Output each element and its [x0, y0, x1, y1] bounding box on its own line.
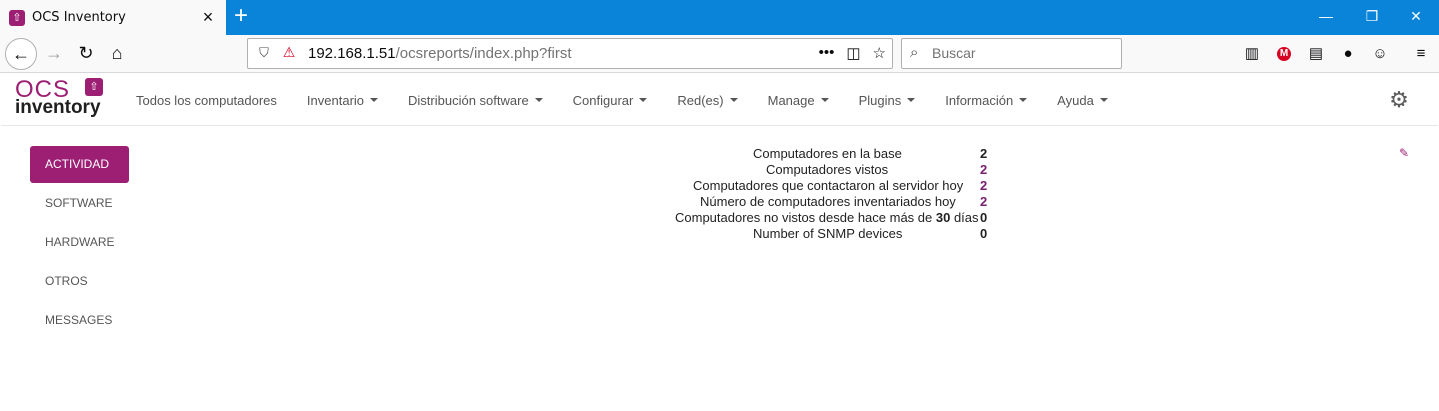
dropdown-caret-icon: [534, 98, 543, 102]
menu-informacion[interactable]: Información: [930, 93, 1042, 108]
url-host: 192.168.1.51: [308, 45, 396, 62]
menu-ayuda[interactable]: Ayuda: [1042, 93, 1123, 108]
stat-label: Número de computadores inventariados hoy: [700, 194, 956, 209]
hamburger-menu-icon[interactable]: ≡: [1411, 44, 1431, 64]
menu-todos-los-computadores[interactable]: Todos los computadores: [121, 93, 292, 108]
stat-value: 0: [980, 210, 988, 225]
stat-value-link[interactable]: 2: [980, 194, 987, 210]
gear-icon[interactable]: ⚙: [1387, 88, 1411, 112]
browser-tab[interactable]: ⇧ OCS Inventory ×: [0, 0, 226, 35]
insecure-lock-icon[interactable]: ⚠: [281, 44, 297, 62]
dropdown-caret-icon: [820, 98, 829, 102]
dropdown-caret-icon: [1019, 98, 1028, 102]
account-icon[interactable]: ☺: [1370, 44, 1390, 64]
ocs-favicon-icon: ⇧: [9, 10, 25, 26]
library-icon[interactable]: ▥: [1242, 44, 1262, 64]
mega-extension-icon[interactable]: M: [1277, 47, 1291, 61]
back-arrow-icon[interactable]: ←: [5, 38, 37, 70]
url-path: /ocsreports/index.php?first: [395, 45, 572, 62]
browser-tab-strip: ⇧ OCS Inventory × + — ❐ ✕: [0, 0, 1439, 35]
window-close-icon[interactable]: ✕: [1393, 0, 1439, 33]
sidebar-toggle-icon[interactable]: ▤: [1306, 44, 1326, 64]
sidebar-item-hardware[interactable]: HARDWARE: [30, 224, 129, 261]
sidebar-item-actividad[interactable]: ACTIVIDAD: [30, 146, 129, 183]
reload-icon[interactable]: ↻: [72, 39, 100, 67]
stat-value-link[interactable]: 2: [980, 178, 987, 194]
search-icon: ⌕: [910, 44, 919, 61]
pocket-icon[interactable]: ◫: [846, 44, 860, 62]
dropdown-caret-icon: [370, 98, 379, 102]
stat-value-link[interactable]: 2: [980, 162, 987, 178]
stat-label: Computadores que contactaron al servidor…: [693, 178, 964, 193]
app-header: OCS ⇧ inventory Todos los computadores I…: [1, 74, 1438, 126]
restore-icon[interactable]: ❐: [1349, 0, 1395, 33]
stat-label: Number of SNMP devices: [753, 226, 903, 241]
new-tab-icon[interactable]: +: [230, 4, 252, 29]
main-menu: Todos los computadores Inventario Distri…: [121, 74, 1123, 126]
bookmark-star-icon[interactable]: ☆: [873, 44, 886, 62]
dropdown-caret-icon: [1099, 98, 1108, 102]
ocs-logo[interactable]: OCS ⇧ inventory: [15, 76, 107, 122]
search-input[interactable]: [932, 45, 1112, 61]
minimize-icon[interactable]: —: [1303, 0, 1349, 33]
menu-plugins[interactable]: Plugins: [844, 93, 931, 108]
tracking-shield-icon[interactable]: ⛉: [256, 45, 272, 63]
home-icon[interactable]: ⌂: [103, 39, 131, 67]
stat-label: Computadores vistos: [766, 162, 889, 177]
dropdown-caret-icon: [729, 98, 738, 102]
sidebar-item-software[interactable]: SOFTWARE: [30, 185, 129, 222]
menu-manage[interactable]: Manage: [753, 93, 844, 108]
logo-upload-icon: ⇧: [85, 78, 103, 96]
search-bar[interactable]: ⌕: [901, 38, 1122, 69]
dropdown-caret-icon: [639, 98, 648, 102]
logo-text-bottom: inventory: [15, 97, 101, 118]
forward-arrow-icon[interactable]: →: [40, 39, 68, 67]
tab-title: OCS Inventory: [32, 10, 126, 25]
sidebar: ACTIVIDAD SOFTWARE HARDWARE OTROS MESSAG…: [30, 146, 129, 341]
dropdown-caret-icon: [907, 98, 916, 102]
menu-inventario[interactable]: Inventario: [292, 93, 393, 108]
stat-value: 0: [980, 226, 988, 241]
sidebar-item-otros[interactable]: OTROS: [30, 263, 129, 300]
menu-configurar[interactable]: Configurar: [558, 93, 663, 108]
sidebar-item-messages[interactable]: MESSAGES: [30, 302, 129, 339]
page-actions-icon[interactable]: •••: [819, 44, 835, 62]
edit-icon[interactable]: ✎: [1397, 146, 1411, 160]
menu-redes[interactable]: Red(es): [662, 93, 752, 108]
close-tab-icon[interactable]: ×: [198, 7, 218, 27]
browser-toolbar: ← → ↻ ⌂ ⛉ ⚠ 192.168.1.51/ocsreports/inde…: [0, 35, 1439, 73]
menu-distribucion-software[interactable]: Distribución software: [393, 93, 558, 108]
stat-label: Computadores no vistos desde hace más de…: [675, 210, 979, 225]
stat-value: 2: [980, 146, 988, 161]
url-bar[interactable]: ⛉ ⚠ 192.168.1.51/ocsreports/index.php?fi…: [247, 38, 893, 69]
stat-label: Computadores en la base: [753, 146, 902, 161]
extension-icon[interactable]: ●: [1338, 44, 1358, 64]
url-text[interactable]: 192.168.1.51/ocsreports/index.php?first: [308, 45, 572, 62]
